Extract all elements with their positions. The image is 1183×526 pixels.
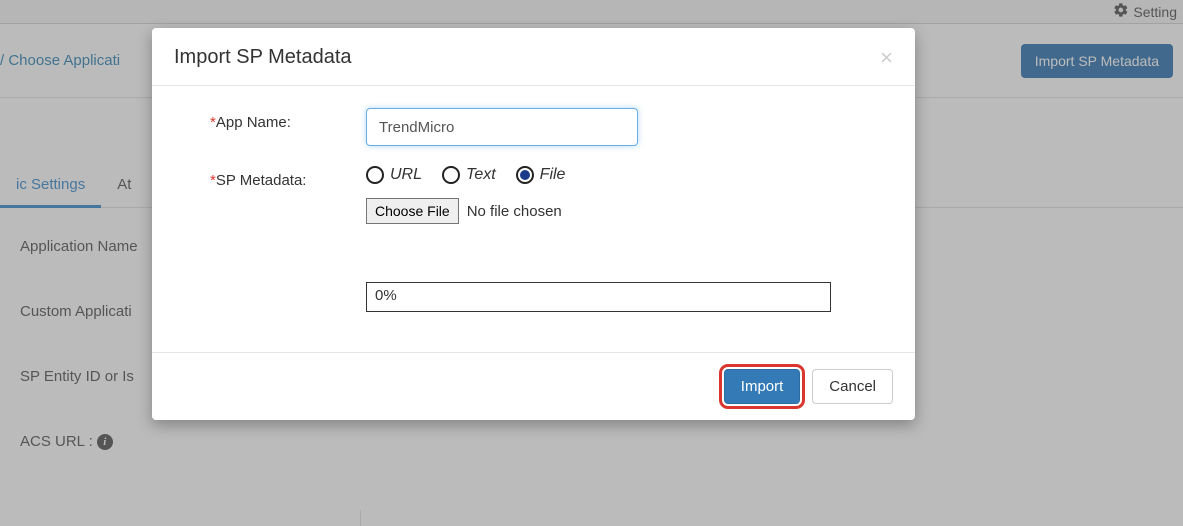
choose-file-button[interactable]: Choose File — [366, 198, 459, 224]
modal-footer: Import Cancel — [152, 352, 915, 420]
close-icon[interactable]: × — [880, 47, 893, 69]
radio-url[interactable]: URL — [366, 166, 422, 184]
radio-circle-icon — [366, 166, 384, 184]
radio-text-label: Text — [466, 166, 496, 184]
row-app-name: *App Name: — [174, 108, 893, 146]
sp-metadata-label: *SP Metadata: — [174, 166, 366, 189]
radio-circle-icon — [442, 166, 460, 184]
radio-url-label: URL — [390, 166, 422, 184]
row-sp-metadata: *SP Metadata: URL Text File — [174, 166, 893, 312]
sp-metadata-label-text: SP Metadata: — [216, 172, 307, 189]
app-name-label: *App Name: — [174, 108, 366, 131]
radio-file[interactable]: File — [516, 166, 566, 184]
radio-text[interactable]: Text — [442, 166, 496, 184]
no-file-chosen-text: No file chosen — [467, 203, 562, 220]
modal-title: Import SP Metadata — [174, 46, 352, 69]
radio-file-label: File — [540, 166, 566, 184]
modal-header: Import SP Metadata × — [152, 28, 915, 86]
app-name-label-text: App Name: — [216, 114, 291, 131]
cancel-button[interactable]: Cancel — [812, 369, 893, 404]
sp-metadata-radio-group: URL Text File — [366, 166, 893, 184]
modal-body: *App Name: *SP Metadata: URL Text — [152, 86, 915, 352]
import-sp-metadata-modal: Import SP Metadata × *App Name: *SP Meta… — [152, 28, 915, 420]
radio-circle-checked-icon — [516, 166, 534, 184]
upload-progress: 0% — [366, 282, 831, 312]
import-button[interactable]: Import — [724, 369, 801, 404]
app-name-input[interactable] — [366, 108, 638, 146]
file-chooser-row: Choose File No file chosen — [366, 198, 893, 224]
